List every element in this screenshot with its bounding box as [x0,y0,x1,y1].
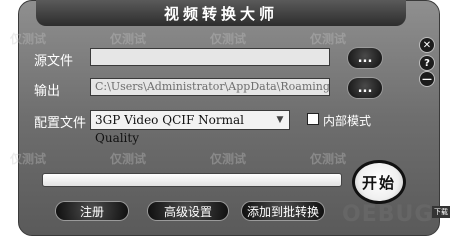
config-select[interactable]: 3GP Video QCIF Normal Quality ▼ [90,110,290,145]
output-field[interactable]: C:\Users\Administrator\AppData\Roaming [90,78,330,96]
output-browse-button[interactable]: ... [348,78,382,98]
progress-bar [42,173,342,187]
register-button[interactable]: 注册 [56,202,128,220]
chevron-down-icon[interactable]: ▼ [273,113,287,127]
oebug-logo: OEBUG [342,202,434,227]
minimize-icon[interactable]: — [420,72,434,86]
output-label: 输出 [34,84,61,99]
internal-mode-label: 内部模式 [323,114,372,128]
internal-mode-checkbox[interactable] [307,113,319,125]
add-batch-button[interactable]: 添加到批转换 [242,202,324,220]
help-icon[interactable]: ? [420,56,434,70]
advanced-settings-button[interactable]: 高级设置 [148,202,228,220]
close-icon[interactable]: ✕ [420,38,434,52]
source-label: 源文件 [34,54,74,69]
title-bar[interactable]: 视频转换大师 [36,0,406,26]
source-field[interactable] [90,48,330,66]
window-title: 视频转换大师 [163,4,278,23]
oebug-logo-suffix: 下载 [432,206,450,218]
source-browse-button[interactable]: ... [348,48,382,68]
config-label: 配置文件 [34,116,87,131]
start-button[interactable]: 开始 [352,160,406,204]
